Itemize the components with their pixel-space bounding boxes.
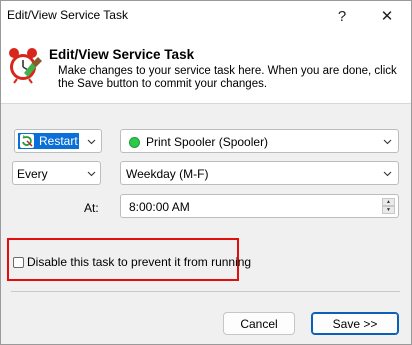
- close-icon: ✕: [380, 8, 394, 25]
- window-title: Edit/View Service Task: [7, 8, 128, 22]
- day-pattern-dropdown[interactable]: Weekday (M-F): [120, 161, 399, 185]
- header-description: Make changes to your service task here. …: [58, 65, 397, 90]
- action-selected: Restart: [18, 133, 79, 149]
- disable-task-checkbox[interactable]: [13, 256, 24, 268]
- frequency-dropdown[interactable]: Every: [12, 161, 101, 185]
- title-bar: Edit/View Service Task ? ✕: [1, 1, 411, 31]
- service-dropdown[interactable]: Print Spooler (Spooler): [120, 129, 399, 153]
- help-button[interactable]: ?: [324, 1, 360, 31]
- chevron-down-icon: [87, 139, 96, 145]
- service-selected-label: Print Spooler (Spooler): [146, 135, 269, 149]
- close-button[interactable]: ✕: [369, 1, 405, 31]
- service-status-icon: [129, 137, 140, 148]
- help-icon: ?: [337, 7, 347, 25]
- frequency-selected-label: Every: [17, 167, 48, 181]
- chevron-down-icon: [383, 171, 392, 177]
- header-title: Edit/View Service Task: [49, 47, 195, 62]
- restart-icon: [20, 134, 34, 148]
- chevron-down-icon: [383, 139, 392, 145]
- divider: [11, 291, 400, 292]
- action-selected-label: Restart: [39, 134, 78, 148]
- cancel-button[interactable]: Cancel: [223, 312, 295, 335]
- spin-up-button[interactable]: ▲: [382, 198, 395, 206]
- at-label: At:: [84, 201, 99, 215]
- spin-down-button[interactable]: ▼: [382, 206, 395, 214]
- time-value: 8:00:00 AM: [129, 200, 190, 214]
- action-dropdown[interactable]: Restart: [14, 129, 102, 153]
- header-panel: Edit/View Service Task Make changes to y…: [1, 31, 411, 104]
- chevron-down-icon: [87, 171, 96, 177]
- disable-task-checkbox-row[interactable]: Disable this task to prevent it from run…: [13, 255, 251, 269]
- dialog-window: Edit/View Service Task ? ✕ Edit/View Ser…: [0, 0, 412, 345]
- time-spinner: ▲ ▼: [382, 198, 395, 214]
- save-button[interactable]: Save >>: [311, 312, 399, 335]
- time-input[interactable]: 8:00:00 AM ▲ ▼: [120, 194, 399, 218]
- day-pattern-selected-label: Weekday (M-F): [126, 167, 209, 181]
- disable-task-label[interactable]: Disable this task to prevent it from run…: [27, 255, 251, 269]
- alarm-clock-icon: [9, 48, 42, 84]
